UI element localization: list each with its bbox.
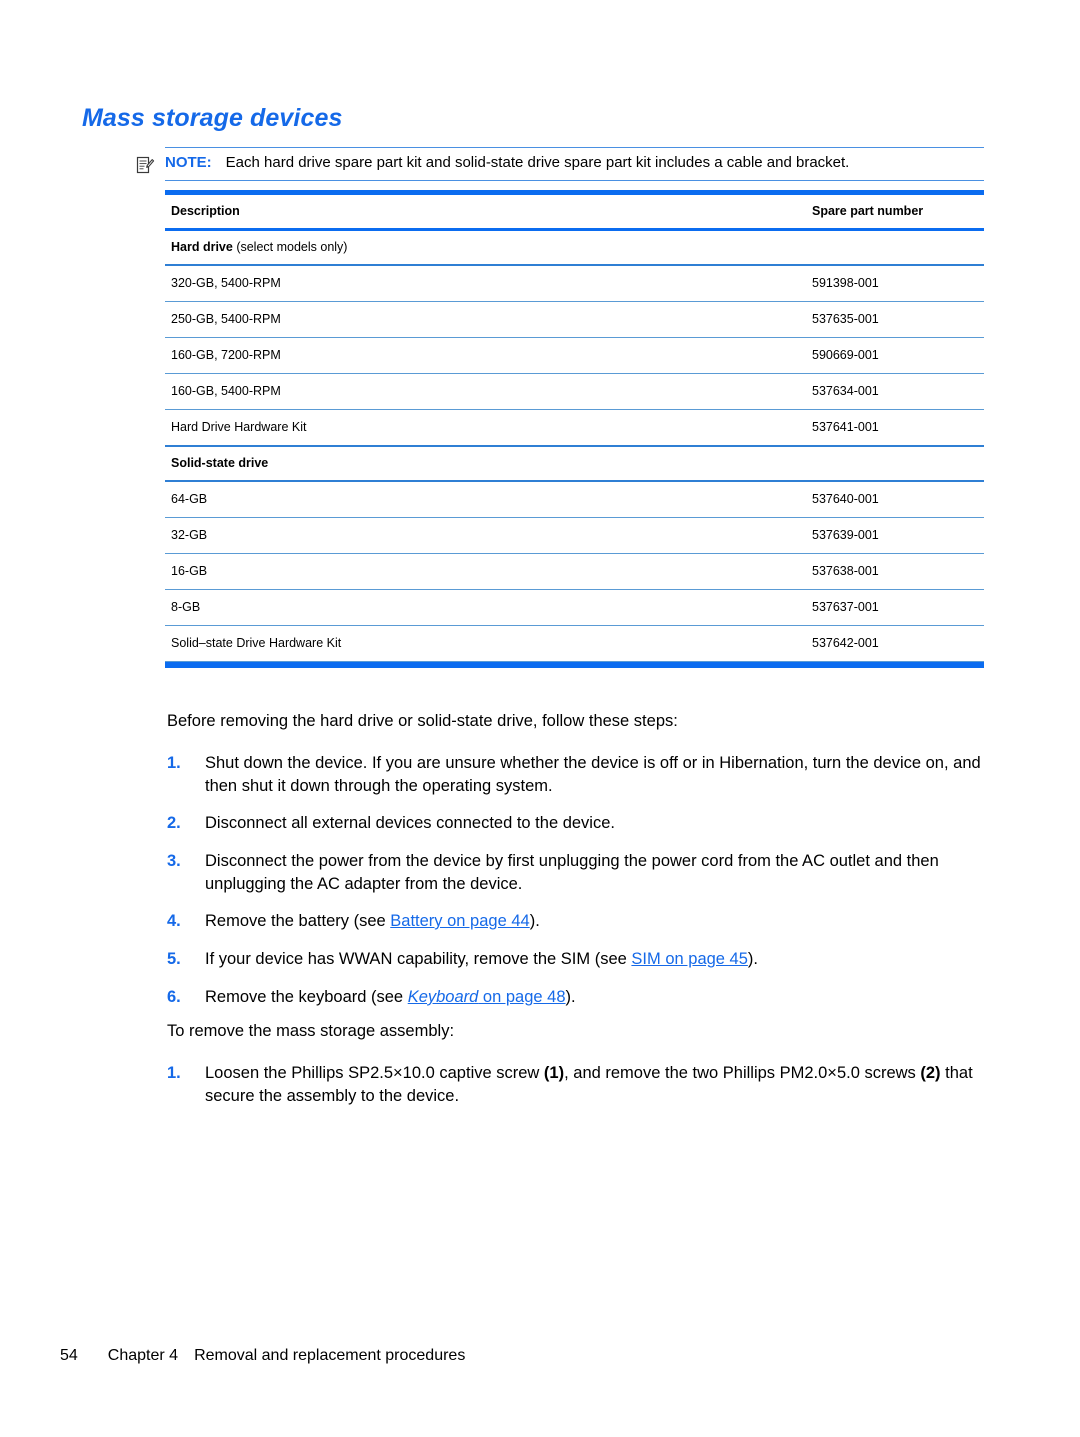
list-item-step-3: 3. Disconnect the power from the device … xyxy=(167,850,997,896)
cell-spare-part-number: 537640-001 xyxy=(806,481,984,518)
column-header-description: Description xyxy=(171,204,240,218)
step-text: Disconnect the power from the device by … xyxy=(205,852,939,893)
list-item-step-4: 4. Remove the battery (see Battery on pa… xyxy=(167,910,997,933)
group-label-hard-drive: Hard drive (select models only) xyxy=(165,229,984,266)
note-text: Each hard drive spare part kit and solid… xyxy=(225,154,850,171)
cell-spare-part-number: 537641-001 xyxy=(806,409,984,447)
group-label-sub: (select models only) xyxy=(232,240,348,254)
link-sim-on-page-45[interactable]: SIM on page 45 xyxy=(631,950,748,968)
note-callout: NOTE: Each hard drive spare part kit and… xyxy=(136,147,984,181)
table-row: 160-GB, 5400-RPM 537634-001 xyxy=(165,373,984,410)
table-bottom-bar xyxy=(165,662,984,668)
cell-spare-part-number: 590669-001 xyxy=(806,337,984,374)
step-text-suffix: ). xyxy=(565,988,576,1006)
step-text-prefix: If your device has WWAN capability, remo… xyxy=(205,950,632,968)
table-body: Hard drive (select models only) 320-GB, … xyxy=(165,229,984,662)
list-item-step-1: 1. Shut down the device. If you are unsu… xyxy=(167,752,997,798)
link-battery-on-page-44[interactable]: Battery on page 44 xyxy=(390,912,529,930)
callout-ref-2: (2) xyxy=(920,1064,941,1082)
cell-description: 320-GB, 5400-RPM xyxy=(165,265,806,302)
cell-spare-part-number: 537642-001 xyxy=(806,625,984,662)
table-row: Hard Drive Hardware Kit 537641-001 xyxy=(165,409,984,447)
step-number: 4. xyxy=(167,912,181,930)
cell-description: 160-GB, 5400-RPM xyxy=(165,373,806,410)
step-text-prefix: Remove the battery (see xyxy=(205,912,391,930)
table-row: 16-GB 537638-001 xyxy=(165,553,984,590)
step-number: 6. xyxy=(167,988,181,1006)
table-row: Solid–state Drive Hardware Kit 537642-00… xyxy=(165,625,984,662)
footer-chapter-title: Removal and replacement procedures xyxy=(194,1347,466,1364)
link-keyboard[interactable]: Keyboard xyxy=(408,988,479,1006)
step-text-part1: Loosen the Phillips SP2.5×10.0 captive s… xyxy=(205,1064,544,1082)
table-group-row: Solid-state drive xyxy=(165,446,984,482)
page-footer: 54 Chapter 4 Removal and replacement pro… xyxy=(60,1347,465,1365)
group-label-solid-state-drive: Solid-state drive xyxy=(165,446,984,482)
step-number: 3. xyxy=(167,852,181,870)
step-text-part2: , and remove the two Phillips PM2.0×5.0 … xyxy=(564,1064,921,1082)
cell-description: 8-GB xyxy=(165,589,806,626)
cell-spare-part-number: 537637-001 xyxy=(806,589,984,626)
note-pad-pencil-icon xyxy=(135,155,155,175)
callout-ref-1: (1) xyxy=(543,1064,565,1082)
table-group-row: Hard drive (select models only) xyxy=(165,229,984,266)
step-number: 5. xyxy=(167,950,181,968)
step-number: 2. xyxy=(167,814,181,832)
cell-spare-part-number: 537634-001 xyxy=(806,373,984,410)
list-item-final-step-1: 1. Loosen the Phillips SP2.5×10.0 captiv… xyxy=(167,1062,997,1108)
list-item-step-6: 6. Remove the keyboard (see Keyboard on … xyxy=(167,986,997,1009)
step-text-prefix: Remove the keyboard (see xyxy=(205,988,408,1006)
lead-paragraph: Before removing the hard drive or solid-… xyxy=(167,712,678,730)
cell-spare-part-number: 591398-001 xyxy=(806,265,984,302)
list-item-step-5: 5. If your device has WWAN capability, r… xyxy=(167,948,997,971)
note-label: NOTE: xyxy=(165,154,212,171)
document-page: Mass storage devices NOTE: Each hard dri… xyxy=(0,0,1080,1437)
cell-spare-part-number: 537639-001 xyxy=(806,517,984,554)
step-text: If your device has WWAN capability, remo… xyxy=(205,948,997,971)
cell-description: Solid–state Drive Hardware Kit xyxy=(165,625,806,662)
cell-description: 32-GB xyxy=(165,517,806,554)
cell-description: 64-GB xyxy=(165,481,806,518)
cell-description: 16-GB xyxy=(165,553,806,590)
table-header-row: Description Spare part number xyxy=(165,195,984,230)
spare-parts-table: Description Spare part number Hard drive… xyxy=(165,190,984,662)
table-row: 250-GB, 5400-RPM 537635-001 xyxy=(165,301,984,338)
cell-description: 160-GB, 7200-RPM xyxy=(165,337,806,374)
step-text: Remove the battery (see Battery on page … xyxy=(205,910,997,933)
step-text: Disconnect all external devices connecte… xyxy=(205,814,615,832)
footer-page-number: 54 xyxy=(60,1347,78,1364)
step-number: 1. xyxy=(167,1064,181,1082)
step-text: Shut down the device. If you are unsure … xyxy=(205,754,981,795)
table-row: 160-GB, 7200-RPM 590669-001 xyxy=(165,337,984,374)
table-row: 64-GB 537640-001 xyxy=(165,481,984,518)
table-row: 320-GB, 5400-RPM 591398-001 xyxy=(165,265,984,302)
table-row: 32-GB 537639-001 xyxy=(165,517,984,554)
step-text-suffix: ). xyxy=(747,950,758,968)
cell-spare-part-number: 537635-001 xyxy=(806,301,984,338)
step-text: Loosen the Phillips SP2.5×10.0 captive s… xyxy=(205,1062,997,1108)
table-row: 8-GB 537637-001 xyxy=(165,589,984,626)
column-header-spare-part-number: Spare part number xyxy=(812,204,924,218)
cell-spare-part-number: 537638-001 xyxy=(806,553,984,590)
step-text: Remove the keyboard (see Keyboard on pag… xyxy=(205,986,997,1009)
cell-description: Hard Drive Hardware Kit xyxy=(165,409,806,447)
footer-chapter: Chapter 4 xyxy=(107,1347,179,1364)
cell-description: 250-GB, 5400-RPM xyxy=(165,301,806,338)
mid-paragraph: To remove the mass storage assembly: xyxy=(167,1022,455,1040)
page-title: Mass storage devices xyxy=(82,104,343,132)
step-number: 1. xyxy=(167,754,181,772)
step-text-suffix: ). xyxy=(529,912,540,930)
list-item-step-2: 2. Disconnect all external devices conne… xyxy=(167,812,997,835)
link-keyboard-on-page-48[interactable]: on page 48 xyxy=(478,988,566,1006)
